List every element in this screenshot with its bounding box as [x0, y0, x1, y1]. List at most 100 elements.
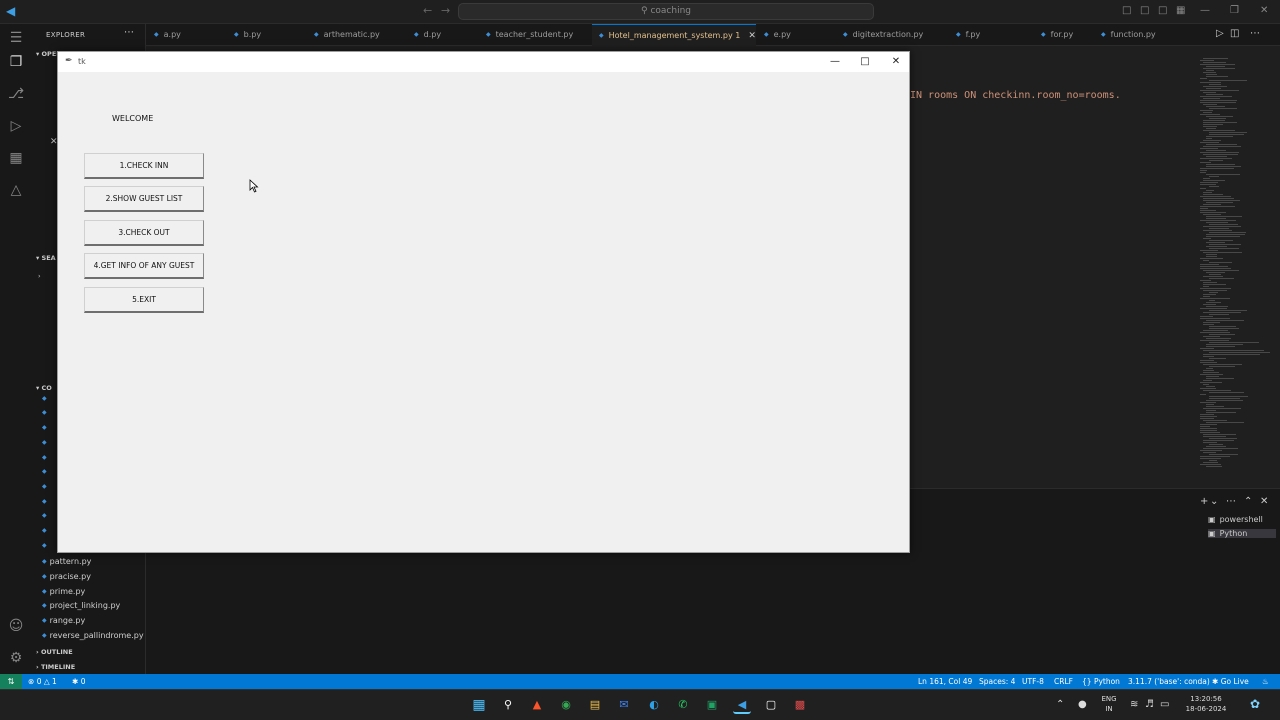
minimize-icon[interactable]: —	[1200, 5, 1210, 16]
extensions-icon[interactable]: ▦	[8, 150, 24, 166]
file-item[interactable]: pattern.py	[42, 556, 92, 568]
maximize-panel-icon[interactable]: ⌃	[1244, 496, 1252, 507]
pycharm-icon[interactable]: ▣	[703, 696, 721, 714]
toggle-panel-icon[interactable]: □	[1140, 5, 1149, 16]
tab-digitextraction[interactable]: ◆ digitextraction.py	[843, 24, 923, 46]
copilot-icon[interactable]: ✿	[1250, 697, 1260, 711]
cursor-position[interactable]: Ln 161, Col 49	[918, 674, 972, 689]
split-editor-icon[interactable]: ◫	[1230, 28, 1239, 39]
problems-status[interactable]: ⊗ 0 △ 1	[28, 674, 57, 689]
battery-icon[interactable]: ▭	[1160, 699, 1169, 710]
menu-icon[interactable]: ☰	[8, 30, 24, 46]
eol-status[interactable]: CRLF	[1054, 674, 1073, 689]
account-icon[interactable]: ☺	[8, 618, 24, 634]
encoding-status[interactable]: UTF-8	[1022, 674, 1044, 689]
close-icon[interactable]: ✕	[1260, 5, 1268, 16]
tab-arthematic[interactable]: ◆ arthematic.py	[314, 24, 380, 46]
volume-icon[interactable]: ♬	[1145, 699, 1154, 710]
tk-app-icon[interactable]: ▩	[791, 696, 809, 714]
new-terminal-icon[interactable]: +	[1200, 496, 1208, 507]
tab-f[interactable]: ◆ f.py	[956, 24, 980, 46]
more-actions-icon[interactable]: ⋯	[124, 27, 134, 38]
tab-e[interactable]: ◆ e.py	[764, 24, 791, 46]
wifi-icon[interactable]: ≋	[1130, 699, 1138, 710]
tab-for[interactable]: ◆ for.py	[1041, 24, 1073, 46]
indentation-status[interactable]: Spaces: 4	[979, 674, 1015, 689]
tab-teacher-student[interactable]: ◆ teacher_student.py	[486, 24, 573, 46]
python-file-icon: ◆	[234, 31, 239, 38]
microphone-icon[interactable]: ●	[1078, 699, 1087, 710]
vscode-taskbar-icon[interactable]: ◀	[733, 696, 751, 714]
search-chevron-icon[interactable]: ›	[38, 272, 41, 280]
close-panel-icon[interactable]: ✕	[1260, 496, 1268, 507]
python-file-icon: ◆	[42, 483, 47, 490]
exit-button[interactable]: 5.EXIT	[84, 287, 204, 313]
mail-icon[interactable]: ✉	[615, 696, 633, 714]
source-control-icon[interactable]: ⎇	[8, 86, 24, 102]
explorer-icon[interactable]: ❐	[8, 54, 24, 70]
language-indicator[interactable]: ENG IN	[1098, 694, 1120, 714]
file-item[interactable]: reverse_pallindrome.py	[42, 630, 144, 642]
minimap[interactable]	[1200, 58, 1274, 474]
tk-maximize-icon[interactable]: □	[855, 54, 875, 70]
ports-status[interactable]: ✱ 0	[72, 674, 85, 689]
tab-d[interactable]: ◆ d.py	[414, 24, 441, 46]
toggle-sidebar-icon[interactable]: □	[1122, 5, 1131, 16]
terminal-item-python[interactable]: ▣ Python	[1208, 529, 1276, 538]
minimap-line	[1200, 162, 1211, 163]
search-icon[interactable]: ⚲	[499, 696, 517, 714]
windows-start-icon[interactable]: ▦	[470, 696, 488, 714]
check-out-button[interactable]: 3.CHECK OUT	[84, 220, 204, 246]
chrome-icon[interactable]: ◉	[557, 696, 575, 714]
tab-function[interactable]: ◆ function.py	[1101, 24, 1156, 46]
run-file-icon[interactable]: ▷	[1216, 28, 1224, 39]
tk-titlebar[interactable]: ✒ tk — □ ✕	[58, 52, 909, 72]
more-actions-icon[interactable]: ⋯	[1226, 496, 1236, 507]
minimap-line	[1200, 142, 1219, 143]
tab-a[interactable]: ◆ a.py	[154, 24, 181, 46]
back-arrow-icon[interactable]: ←	[423, 4, 432, 17]
tab-close-icon[interactable]: ✕	[748, 31, 756, 41]
edge-icon[interactable]: ◐	[645, 696, 663, 714]
show-hidden-icons-icon[interactable]: ⌃	[1056, 699, 1064, 710]
remote-indicator-icon[interactable]: ⇅	[0, 674, 22, 689]
notifications-bell-icon[interactable]: ♨	[1262, 674, 1269, 689]
interpreter-status[interactable]: 3.11.7 ('base': conda)	[1128, 674, 1210, 689]
section-search[interactable]: ▾ SEA	[36, 254, 56, 262]
run-debug-icon[interactable]: ▷	[8, 118, 24, 134]
file-item[interactable]: pracise.py	[42, 571, 91, 583]
language-status[interactable]: {} Python	[1082, 674, 1120, 689]
command-center-search[interactable]: ⚲ coaching	[458, 3, 874, 20]
forward-arrow-icon[interactable]: →	[441, 4, 450, 17]
tab-b[interactable]: ◆ b.py	[234, 24, 261, 46]
settings-gear-icon[interactable]: ⚙	[8, 650, 24, 666]
minimap-line	[1206, 338, 1231, 339]
tk-minimize-icon[interactable]: —	[825, 54, 845, 70]
python-file-icon: ◆	[1041, 31, 1046, 38]
more-actions-icon[interactable]: ⋯	[1250, 28, 1260, 39]
clock[interactable]: 13:20:56 18-06-2024	[1180, 694, 1232, 714]
terminal-dropdown-icon[interactable]: ⌄	[1210, 496, 1218, 507]
file-item[interactable]: range.py	[42, 615, 86, 627]
restore-icon[interactable]: ❐	[1230, 5, 1239, 16]
notepad-icon[interactable]: ▢	[762, 696, 780, 714]
minimap-line	[1200, 318, 1230, 319]
section-outline[interactable]: › OUTLINE	[36, 648, 73, 656]
testing-icon[interactable]: △	[8, 182, 24, 198]
go-live-button[interactable]: ✱ Go Live	[1212, 674, 1249, 689]
tk-close-icon[interactable]: ✕	[886, 54, 906, 70]
customize-layout-icon[interactable]: ▦	[1176, 5, 1185, 16]
whatsapp-icon[interactable]: ✆	[674, 696, 692, 714]
toggle-secondary-sidebar-icon[interactable]: □	[1158, 5, 1167, 16]
get-guest-info-button[interactable]: 4.GET INFO OF ANY GUEST	[84, 253, 204, 279]
show-guest-list-button[interactable]: 2.SHOW GUEST LIST	[84, 186, 204, 212]
file-item[interactable]: prime.py	[42, 586, 86, 598]
check-inn-button[interactable]: 1.CHECK INN	[84, 153, 204, 179]
file-explorer-icon[interactable]: ▤	[586, 696, 604, 714]
section-folder[interactable]: ▾ CO	[36, 384, 52, 392]
section-timeline[interactable]: › TIMELINE	[36, 663, 75, 671]
file-item[interactable]: project_linking.py	[42, 600, 121, 612]
brave-browser-icon[interactable]: ▲	[528, 696, 546, 714]
tab-hotel-management-system[interactable]: ◆ Hotel_management_system.py 1 ✕	[592, 24, 756, 46]
terminal-item-powershell[interactable]: ▣ powershell	[1208, 515, 1263, 524]
